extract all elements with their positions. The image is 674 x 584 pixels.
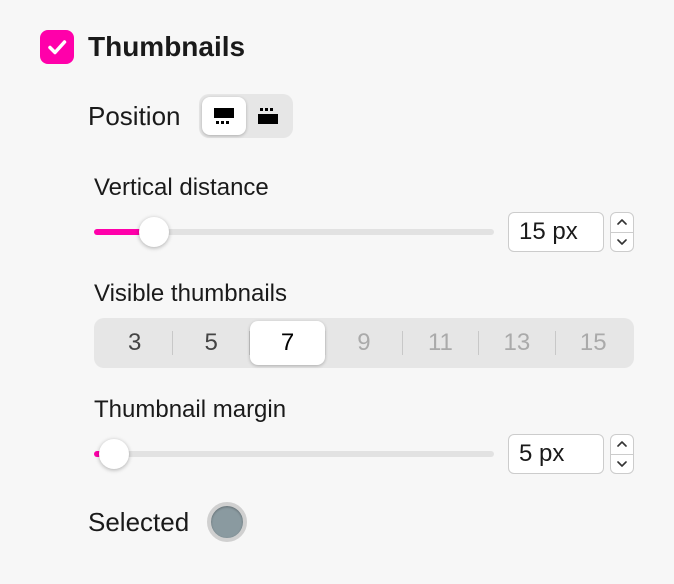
stepper-down[interactable] [611, 455, 633, 474]
selected-color-swatch[interactable] [207, 502, 247, 542]
position-bottom-option[interactable] [202, 97, 246, 135]
thumbnail-margin-input[interactable]: 5 px [508, 434, 604, 474]
visible-option-11[interactable]: 11 [403, 321, 478, 365]
vertical-distance-label: Vertical distance [94, 174, 634, 202]
thumbnail-margin-stepper[interactable] [610, 434, 634, 474]
stepper-up[interactable] [611, 435, 633, 455]
visible-option-15[interactable]: 15 [556, 321, 631, 365]
thumbnail-margin-label: Thumbnail margin [94, 396, 634, 424]
position-segmented-control[interactable] [199, 94, 293, 138]
stepper-up[interactable] [611, 213, 633, 233]
visible-option-7[interactable]: 7 [250, 321, 325, 365]
thumbnails-bottom-icon [213, 107, 235, 125]
chevron-down-icon [617, 461, 627, 467]
vertical-distance-slider[interactable] [94, 217, 494, 247]
visible-option-5[interactable]: 5 [173, 321, 248, 365]
position-top-option[interactable] [246, 97, 290, 135]
stepper-down[interactable] [611, 233, 633, 252]
selected-color-label: Selected [88, 507, 189, 538]
chevron-up-icon [617, 441, 627, 447]
visible-thumbnails-control[interactable]: 3 5 7 9 11 13 15 [94, 318, 634, 368]
slider-thumb[interactable] [99, 439, 129, 469]
slider-thumb[interactable] [139, 217, 169, 247]
vertical-distance-stepper[interactable] [610, 212, 634, 252]
vertical-distance-input[interactable]: 15 px [508, 212, 604, 252]
visible-thumbnails-label: Visible thumbnails [94, 280, 634, 308]
section-title: Thumbnails [88, 31, 245, 63]
thumbnails-top-icon [257, 107, 279, 125]
thumbnail-margin-slider[interactable] [94, 439, 494, 469]
thumbnails-checkbox[interactable] [40, 30, 74, 64]
visible-option-9[interactable]: 9 [326, 321, 401, 365]
check-icon [45, 35, 69, 59]
position-label: Position [88, 101, 181, 132]
visible-option-13[interactable]: 13 [479, 321, 554, 365]
chevron-down-icon [617, 239, 627, 245]
visible-option-3[interactable]: 3 [97, 321, 172, 365]
chevron-up-icon [617, 219, 627, 225]
